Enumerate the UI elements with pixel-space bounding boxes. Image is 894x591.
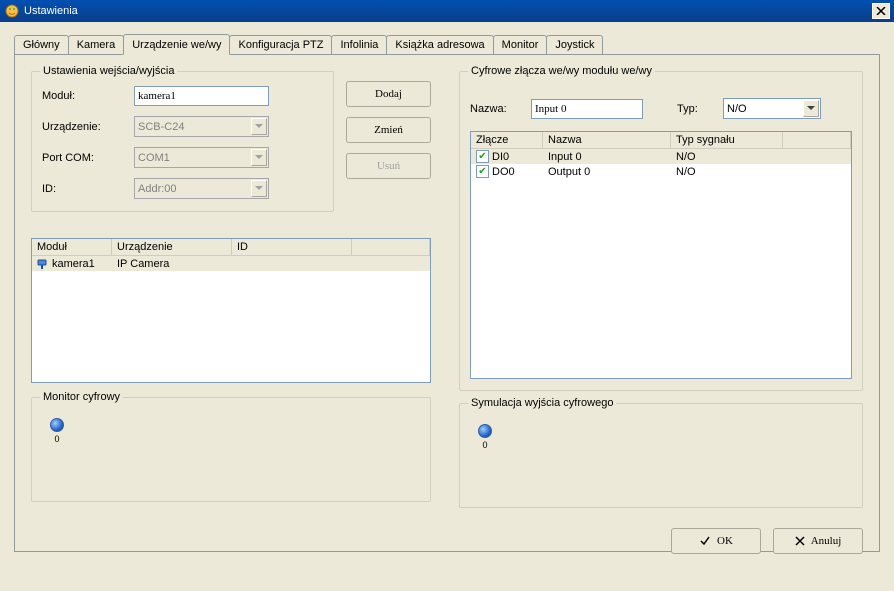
combo-value: COM1 (138, 152, 170, 164)
tab-joystick[interactable]: Joystick (546, 35, 603, 55)
col-name[interactable]: Nazwa (543, 132, 671, 149)
close-icon (795, 536, 805, 546)
cell-signal: N/O (671, 166, 783, 178)
checkbox[interactable] (476, 165, 489, 178)
tab-strip: Główny Kamera Urządzenie we/wy Konfigura… (14, 34, 880, 55)
tab-address-book[interactable]: Książka adresowa (386, 35, 493, 55)
close-button[interactable] (872, 3, 890, 19)
module-table[interactable]: Moduł Urządzenie ID kamera1 IP Camera (31, 238, 431, 383)
group-legend: Cyfrowe złącza we/wy modułu we/wy (468, 65, 655, 77)
tab-label: Główny (23, 39, 60, 51)
camera-icon (37, 258, 49, 270)
cell-connector: DI0 (492, 151, 509, 163)
cell-signal: N/O (671, 151, 783, 163)
combo-value: Addr:00 (138, 183, 177, 195)
group-legend: Ustawienia wejścia/wyjścia (40, 65, 177, 77)
port-combo: COM1 (134, 147, 269, 168)
sim-value: 0 (482, 440, 487, 450)
chevron-down-icon (251, 180, 267, 197)
button-label: Anuluj (811, 535, 842, 547)
table-header: Moduł Urządzenie ID (32, 239, 430, 256)
tab-monitor[interactable]: Monitor (493, 35, 548, 55)
name-input[interactable] (531, 99, 643, 119)
change-button[interactable]: Zmień (346, 117, 431, 143)
digital-io-group: Cyfrowe złącza we/wy modułu we/wy Nazwa:… (459, 71, 863, 391)
type-combo[interactable]: N/O (723, 98, 821, 119)
col-connector[interactable]: Złącze (471, 132, 543, 149)
chevron-down-icon (251, 118, 267, 135)
sim-output-group: Symulacja wyjścia cyfrowego 0 (459, 403, 863, 508)
col-module[interactable]: Moduł (32, 239, 112, 256)
table-row[interactable]: DO0 Output 0 N/O (471, 164, 851, 179)
port-label: Port COM: (42, 152, 134, 164)
tab-label: Urządzenie we/wy (132, 39, 221, 51)
tab-label: Konfiguracja PTZ (238, 39, 323, 51)
col-device[interactable]: Urządzenie (112, 239, 232, 256)
col-signal[interactable]: Typ sygnału (671, 132, 783, 149)
monitor-value: 0 (54, 434, 59, 444)
combo-value: SCB-C24 (138, 121, 184, 133)
button-label: OK (717, 535, 733, 547)
table-header: Złącze Nazwa Typ sygnału (471, 132, 851, 149)
tab-ptz[interactable]: Konfiguracja PTZ (229, 35, 332, 55)
app-icon (4, 3, 20, 19)
device-combo: SCB-C24 (134, 116, 269, 137)
dialog-footer: OK Anuluj (31, 528, 863, 554)
name-label: Nazwa: (470, 103, 525, 115)
cell-name: Input 0 (543, 151, 671, 163)
sim-indicator-icon[interactable] (478, 424, 492, 438)
title-bar: Ustawienia (0, 0, 894, 22)
tab-camera[interactable]: Kamera (68, 35, 125, 55)
digital-monitor-group: Monitor cyfrowy 0 (31, 397, 431, 502)
tab-label: Joystick (555, 39, 594, 51)
monitor-indicator-icon (50, 418, 64, 432)
group-legend: Monitor cyfrowy (40, 391, 123, 403)
tab-hotline[interactable]: Infolinia (331, 35, 387, 55)
window-title: Ustawienia (24, 5, 78, 17)
io-settings-group: Ustawienia wejścia/wyjścia Moduł: Urządz… (31, 71, 334, 212)
checkbox[interactable] (476, 150, 489, 163)
col-spacer (783, 132, 851, 149)
cell-module: kamera1 (52, 258, 95, 270)
tab-label: Monitor (502, 39, 539, 51)
cancel-button[interactable]: Anuluj (773, 528, 863, 554)
chevron-down-icon (251, 149, 267, 166)
check-icon (699, 535, 711, 547)
delete-button: Usuń (346, 153, 431, 179)
id-combo: Addr:00 (134, 178, 269, 199)
id-label: ID: (42, 183, 134, 195)
tab-io-device[interactable]: Urządzenie we/wy (123, 34, 230, 55)
cell-device: IP Camera (112, 258, 232, 270)
tab-panel: Ustawienia wejścia/wyjścia Moduł: Urządz… (14, 54, 880, 552)
device-label: Urządzenie: (42, 121, 134, 133)
col-spacer (352, 239, 430, 256)
module-input[interactable] (134, 86, 269, 106)
tab-label: Kamera (77, 39, 116, 51)
group-legend: Symulacja wyjścia cyfrowego (468, 397, 616, 409)
type-label: Typ: (677, 103, 717, 115)
cell-connector: DO0 (492, 166, 515, 178)
tab-label: Książka adresowa (395, 39, 484, 51)
io-table[interactable]: Złącze Nazwa Typ sygnału DI0 Input 0 N/O (470, 131, 852, 379)
table-row[interactable]: DI0 Input 0 N/O (471, 149, 851, 164)
combo-value: N/O (727, 103, 747, 115)
tab-label: Infolinia (340, 39, 378, 51)
module-label: Moduł: (42, 90, 134, 102)
cell-name: Output 0 (543, 166, 671, 178)
table-row[interactable]: kamera1 IP Camera (32, 256, 430, 271)
chevron-down-icon (803, 100, 819, 117)
tab-main[interactable]: Główny (14, 35, 69, 55)
ok-button[interactable]: OK (671, 528, 761, 554)
col-id[interactable]: ID (232, 239, 352, 256)
add-button[interactable]: Dodaj (346, 81, 431, 107)
